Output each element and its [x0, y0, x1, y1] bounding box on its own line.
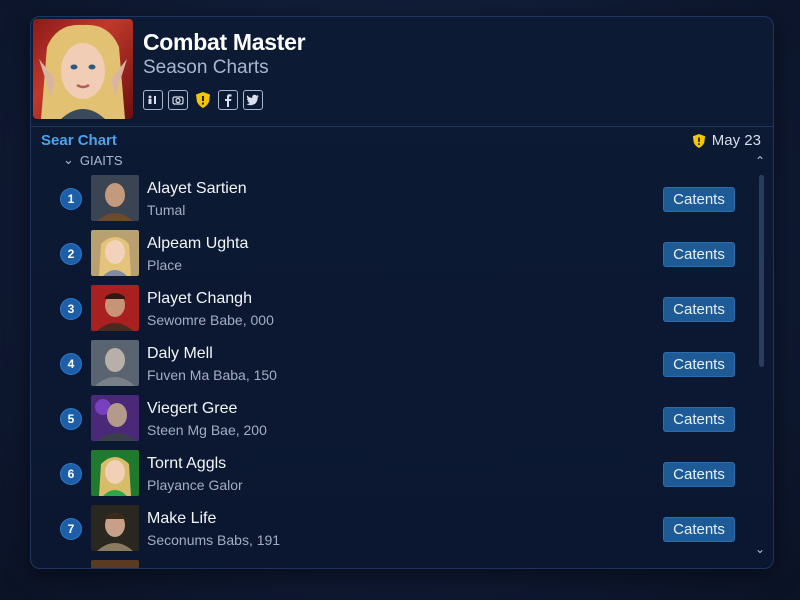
avatar	[91, 505, 139, 551]
avatar	[91, 395, 139, 441]
player-name: Daly Mell	[147, 345, 213, 362]
player-desc: Steen Mg Bae, 200	[147, 422, 267, 438]
catents-button[interactable]: Catents	[663, 297, 735, 322]
catents-button[interactable]: Catents	[663, 407, 735, 432]
player-name: Alpeam Ughta	[147, 235, 249, 252]
list-item[interactable]: 7 Make Life Seconums Babs, 191 Catents	[31, 502, 773, 556]
avatar	[91, 450, 139, 496]
player-name: Tornt Aggls	[147, 455, 227, 472]
list-item[interactable]: 1 Alayet Sartien Tumal Catents	[31, 172, 773, 226]
catents-button[interactable]: Catents	[663, 242, 735, 267]
avatar	[91, 340, 139, 386]
page-title: Combat Master	[143, 29, 306, 55]
sub-header[interactable]: ⌄ GIAITS	[63, 152, 123, 168]
list-item[interactable]: 6 Tornt Aggls Playance Galor Catents	[31, 447, 773, 501]
player-desc: Tumal	[147, 202, 186, 218]
player-desc: Place	[147, 257, 183, 273]
list-item[interactable]: 5 Viegert Gree Steen Mg Bae, 200 Catents	[31, 392, 773, 446]
list-item[interactable]: 4 Daly Mell Fuven Ma Baba, 150 Catents	[31, 337, 773, 391]
rank-badge: 2	[61, 244, 81, 264]
chevron-up-icon[interactable]: ⌃	[755, 154, 765, 168]
shield-icon[interactable]	[193, 90, 213, 110]
catents-button[interactable]: Catents	[663, 462, 735, 487]
list-item[interactable]: 3 Playet Changh Sewomre Babe, 000 Catent…	[31, 282, 773, 336]
social-links	[143, 90, 263, 110]
catents-button[interactable]: Catents	[663, 352, 735, 377]
hero-portrait	[33, 19, 133, 119]
section-title[interactable]: Sear Chart	[41, 132, 117, 149]
player-name: Viegert Gree	[147, 400, 238, 417]
facebook-icon[interactable]	[218, 90, 238, 110]
catents-button[interactable]: Catents	[663, 517, 735, 542]
avatar	[91, 230, 139, 276]
rank-badge: 5	[61, 409, 81, 429]
rank-badge: 6	[61, 464, 81, 484]
rank-badge: 3	[61, 299, 81, 319]
catents-button[interactable]: Catents	[663, 187, 735, 212]
charts-panel: Combat Master Season Charts Sear Chart M…	[30, 16, 774, 569]
header: Combat Master Season Charts	[31, 17, 773, 127]
groups-icon[interactable]	[143, 90, 163, 110]
list-item[interactable]	[31, 557, 773, 568]
player-desc: Playance Galor	[147, 477, 243, 493]
twitter-icon[interactable]	[243, 90, 263, 110]
avatar	[91, 175, 139, 221]
date-label: May 23	[711, 132, 761, 149]
player-name: Alayet Sartien	[147, 180, 247, 197]
rank-badge: 7	[61, 519, 81, 539]
season-date: May 23	[692, 132, 761, 149]
avatar	[91, 285, 139, 331]
avatar	[91, 560, 139, 568]
player-name: Playet Changh	[147, 290, 252, 307]
sub-header-label: GIAITS	[79, 152, 123, 168]
camera-icon[interactable]	[168, 90, 188, 110]
rank-badge: 1	[61, 189, 81, 209]
chevron-down-icon: ⌄	[63, 152, 74, 167]
list-item[interactable]: 2 Alpeam Ughta Place Catents	[31, 227, 773, 281]
page-subtitle: Season Charts	[143, 57, 269, 78]
player-desc: Sewomre Babe, 000	[147, 312, 274, 328]
player-desc: Seconums Babs, 191	[147, 532, 281, 548]
rank-badge: 4	[61, 354, 81, 374]
player-desc: Fuven Ma Baba, 150	[147, 367, 277, 383]
shield-icon	[692, 133, 705, 148]
player-name: Make Life	[147, 510, 217, 527]
